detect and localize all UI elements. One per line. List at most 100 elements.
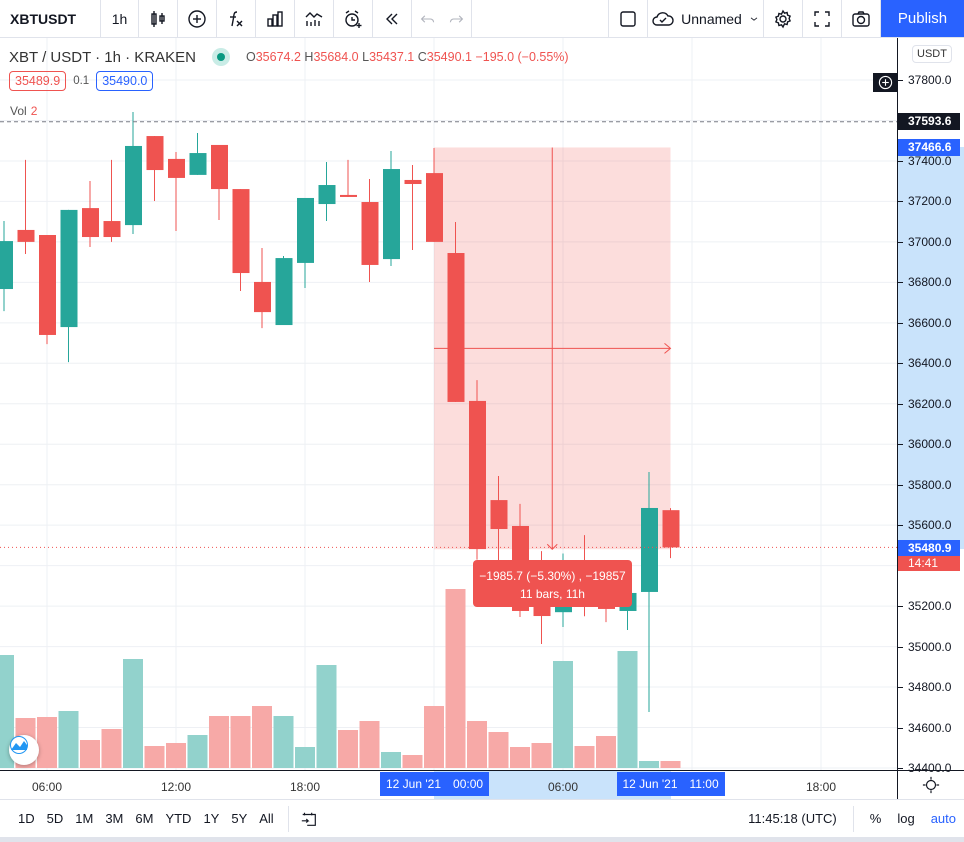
volume-bar bbox=[273, 716, 294, 768]
candlestick-chart[interactable] bbox=[0, 38, 897, 770]
sell-button[interactable]: 35489.9 bbox=[9, 71, 67, 91]
candle-body bbox=[275, 258, 293, 326]
volume-legend[interactable]: Vol 2 bbox=[10, 104, 37, 118]
currency-button[interactable]: USDT bbox=[912, 45, 952, 63]
alert-icon bbox=[345, 9, 362, 28]
templates-icon bbox=[267, 10, 283, 27]
candle-body bbox=[318, 185, 336, 205]
low-value: 35437.1 bbox=[369, 50, 415, 64]
end-time: 11:00 bbox=[689, 777, 719, 791]
price-tick-label: 37800.0 bbox=[897, 73, 952, 87]
undo-icon[interactable] bbox=[420, 9, 436, 29]
volume-bar bbox=[359, 721, 380, 768]
publish-button[interactable]: Publish bbox=[881, 0, 964, 37]
go-to-date-button[interactable] bbox=[289, 810, 329, 828]
price-axis[interactable]: USDT 37800.0 37400.0 37200.0 37000.0 36800.0… bbox=[897, 38, 964, 775]
time-tick-label: 18:00 bbox=[289, 780, 321, 794]
range-button-all[interactable]: All bbox=[253, 811, 279, 826]
replay-button[interactable] bbox=[295, 0, 334, 37]
rewind-button[interactable] bbox=[373, 0, 412, 37]
chart-settings-corner[interactable] bbox=[897, 770, 964, 799]
price-tick-label: 34600.0 bbox=[897, 720, 952, 735]
candle-body bbox=[211, 144, 228, 190]
snapshot-button[interactable] bbox=[842, 0, 881, 37]
legend-symbol-title[interactable]: XBT / USDT · 1h · KRAKEN bbox=[9, 49, 196, 66]
compare-button[interactable] bbox=[178, 0, 217, 37]
volume-bar bbox=[531, 743, 552, 768]
volume-bar bbox=[660, 761, 681, 768]
range-button-ytd[interactable]: YTD bbox=[159, 811, 197, 826]
log-scale-toggle[interactable]: log bbox=[889, 811, 922, 826]
close-value: 35490.1 bbox=[426, 50, 472, 64]
range-button-3m[interactable]: 3M bbox=[99, 811, 129, 826]
compare-plus-icon bbox=[188, 9, 206, 28]
square-icon bbox=[620, 10, 636, 27]
top-toolbar: XBTUSDT 1h Unnamed Publish bbox=[0, 0, 964, 38]
fullscreen-button[interactable] bbox=[803, 0, 842, 37]
time-axis[interactable]: 06:00 12:00 18:00 06:00 18:00 12 Jun '21 00:0… bbox=[0, 770, 897, 799]
volume-bar bbox=[338, 730, 358, 768]
percent-scale-toggle[interactable]: % bbox=[862, 811, 890, 826]
candle-body bbox=[426, 173, 443, 242]
buy-button[interactable]: 35490.0 bbox=[96, 71, 154, 91]
candle-body bbox=[103, 221, 121, 238]
range-button-1m[interactable]: 1M bbox=[69, 811, 99, 826]
open-label: O bbox=[246, 50, 256, 64]
tradingview-logo[interactable] bbox=[9, 735, 39, 765]
volume-bar bbox=[488, 732, 509, 768]
volume-bar bbox=[101, 729, 122, 768]
range-button-5y[interactable]: 5Y bbox=[225, 811, 253, 826]
candle-body bbox=[146, 136, 164, 171]
candle-body bbox=[361, 202, 379, 265]
indicators-button[interactable] bbox=[217, 0, 256, 37]
range-button-5d[interactable]: 5D bbox=[41, 811, 70, 826]
candle-body bbox=[189, 153, 207, 175]
chevron-down-icon bbox=[750, 16, 758, 21]
volume-bar bbox=[510, 747, 530, 768]
symbol-search-button[interactable]: XBTUSDT bbox=[0, 0, 101, 37]
volume-label: Vol bbox=[10, 104, 27, 118]
candle-body bbox=[0, 241, 13, 290]
high-value: 35684.0 bbox=[313, 50, 359, 64]
layout-save-button[interactable]: Unnamed bbox=[648, 0, 764, 37]
volume-bar bbox=[58, 711, 79, 768]
range-button-1y[interactable]: 1Y bbox=[197, 811, 225, 826]
end-date: 12 Jun '21 bbox=[622, 777, 678, 791]
candle-body bbox=[168, 158, 185, 178]
volume-bar bbox=[123, 659, 143, 768]
price-tick-label: 35800.0 bbox=[897, 477, 952, 492]
start-date: 12 Jun '21 bbox=[386, 777, 442, 791]
auto-scale-toggle[interactable]: auto bbox=[923, 811, 964, 826]
volume-value: 2 bbox=[30, 104, 38, 118]
volume-bar bbox=[381, 752, 401, 768]
volume-bar bbox=[37, 717, 57, 768]
interval-button[interactable]: 1h bbox=[101, 0, 139, 37]
rewind-icon bbox=[386, 13, 398, 24]
range-button-6m[interactable]: 6M bbox=[129, 811, 159, 826]
fullscreen-icon bbox=[814, 10, 830, 27]
measure-end-time-label: 12 Jun '21 11:00 bbox=[616, 772, 725, 796]
alert-button[interactable] bbox=[334, 0, 373, 37]
settings-button[interactable] bbox=[764, 0, 803, 37]
candle-body bbox=[82, 208, 99, 238]
time-tick-label: 12:00 bbox=[160, 780, 192, 794]
candle-body bbox=[340, 194, 357, 197]
measure-bars: 11 bars, 11h bbox=[520, 587, 585, 601]
volume-bar bbox=[295, 747, 315, 768]
volume-bar bbox=[144, 746, 165, 768]
crosshair-add-button[interactable] bbox=[873, 73, 897, 92]
price-tick-label: 34800.0 bbox=[897, 680, 952, 695]
select-layout-button[interactable] bbox=[609, 0, 648, 37]
sun-icon bbox=[922, 776, 940, 794]
templates-button[interactable] bbox=[256, 0, 295, 37]
date-range-group: 1D 5D 1M 3M 6M YTD 1Y 5Y All bbox=[0, 805, 289, 832]
range-button-1d[interactable]: 1D bbox=[12, 811, 41, 826]
chart-pane[interactable]: XBT / USDT · 1h · KRAKEN O35674.2 H35684… bbox=[0, 38, 897, 770]
timezone-clock[interactable]: 11:45:18 (UTC) bbox=[748, 805, 854, 832]
price-tick-label: 36800.0 bbox=[897, 275, 952, 290]
price-tick-label: 36400.0 bbox=[897, 356, 952, 371]
volume-bar bbox=[402, 755, 423, 768]
chart-type-button[interactable] bbox=[139, 0, 178, 37]
bottom-toolbar: 1D 5D 1M 3M 6M YTD 1Y 5Y All 11:45:18 (UTC) % lo… bbox=[0, 799, 964, 842]
redo-icon[interactable] bbox=[448, 9, 464, 29]
